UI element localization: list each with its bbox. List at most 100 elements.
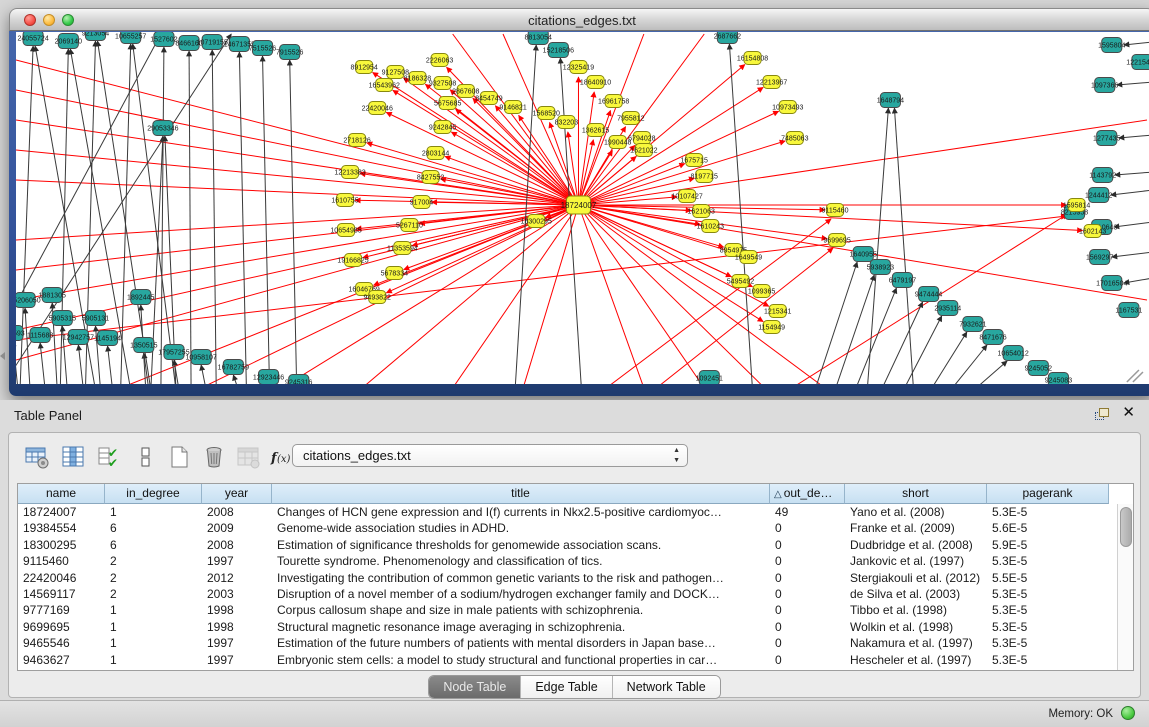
network-edge[interactable] xyxy=(212,50,216,384)
network-edge[interactable] xyxy=(951,345,987,384)
network-edge[interactable] xyxy=(263,56,270,384)
table-row[interactable]: 969969511998Structural magnetic resonanc… xyxy=(18,619,1109,635)
column-header-pagerank[interactable]: pagerank xyxy=(987,484,1109,504)
network-node-label: 22420046 xyxy=(362,106,393,113)
network-edge[interactable] xyxy=(133,44,176,384)
network-edge[interactable] xyxy=(201,365,206,384)
network-edge[interactable] xyxy=(654,248,833,384)
select-rows-icon[interactable]: ✔✔ xyxy=(95,443,123,471)
table-scrollbar[interactable] xyxy=(1117,504,1133,670)
network-edge[interactable] xyxy=(578,205,825,384)
table-cell: 9465546 xyxy=(18,635,105,651)
network-edge[interactable] xyxy=(1119,135,1149,138)
network-edge[interactable] xyxy=(1112,252,1149,257)
table-cell: 2012 xyxy=(202,570,272,586)
table-settings-icon[interactable] xyxy=(23,443,51,471)
svg-text:✔: ✔ xyxy=(108,456,118,470)
column-header-year[interactable]: year xyxy=(202,484,272,504)
table-cell: 5.3E-5 xyxy=(987,553,1109,569)
table-row[interactable]: 946362711997Embryonic stem cells: a mode… xyxy=(18,652,1109,668)
table-row[interactable]: 2242004622012Investigating the contribut… xyxy=(18,570,1109,586)
network-edge[interactable] xyxy=(835,275,874,384)
network-edge[interactable] xyxy=(578,205,643,384)
close-panel-icon[interactable]: ✕ xyxy=(1122,405,1135,421)
network-node-label: 9242845 xyxy=(429,125,456,132)
network-node-label: 16961758 xyxy=(598,99,629,106)
table-row[interactable]: 911546021997Tourette syndrome. Phenomeno… xyxy=(18,553,1109,569)
column-header-short[interactable]: short xyxy=(845,484,987,504)
network-edge[interactable] xyxy=(1124,42,1149,45)
network-edge[interactable] xyxy=(40,343,45,384)
tab-edge-table[interactable]: Edge Table xyxy=(521,676,612,698)
table-cell: 5.3E-5 xyxy=(987,635,1109,651)
rows-icon[interactable] xyxy=(131,443,159,471)
import-table-icon[interactable] xyxy=(234,443,262,471)
table-cell: 9777169 xyxy=(18,602,105,618)
network-edge[interactable] xyxy=(367,143,579,205)
table-row[interactable]: 1456911722003Disruption of a novel membe… xyxy=(18,586,1109,602)
network-edge[interactable] xyxy=(855,288,896,384)
network-edge[interactable] xyxy=(233,375,238,384)
table-row[interactable]: 977716911998Corpus callosum shape and si… xyxy=(18,602,1109,618)
network-edge[interactable] xyxy=(108,346,113,384)
window-titlebar[interactable]: citations_edges.txt xyxy=(9,8,1149,31)
tab-network-table[interactable]: Network Table xyxy=(613,676,720,698)
network-edge[interactable] xyxy=(1111,190,1149,195)
column-header-name[interactable]: name xyxy=(18,484,105,504)
network-edge[interactable] xyxy=(815,262,857,384)
network-edge[interactable] xyxy=(282,205,579,384)
delete-table-icon[interactable] xyxy=(200,443,228,471)
column-header-title[interactable]: title xyxy=(272,484,770,504)
network-edge[interactable] xyxy=(1115,172,1149,175)
network-node-label: 5938923 xyxy=(867,265,894,272)
table-row[interactable]: 1830029562008Estimation of significance … xyxy=(18,537,1109,553)
function-builder-icon[interactable]: f(x) xyxy=(267,443,295,471)
network-node-label: 10973493 xyxy=(772,105,803,112)
network-edge[interactable] xyxy=(578,205,704,384)
column-header-out-de-[interactable]: △out_de… xyxy=(770,484,845,504)
collapse-west-panel-icon[interactable] xyxy=(0,352,5,360)
network-edge[interactable] xyxy=(189,51,191,384)
new-table-icon[interactable] xyxy=(165,443,193,471)
table-cell: Estimation of the future numbers of pati… xyxy=(272,635,770,651)
network-node-label: 391593 xyxy=(16,331,25,338)
table-row[interactable]: 1938455462009Genome-wide association stu… xyxy=(18,520,1109,536)
table-cell: Embryonic stem cells: a model to study s… xyxy=(272,652,770,668)
network-edge[interactable] xyxy=(974,361,1007,384)
network-node-label: 1167531 xyxy=(1115,308,1142,315)
table-row[interactable]: 1872400712008Changes of HCN gene express… xyxy=(18,504,1109,520)
network-canvas[interactable]: 2405572420691409213054106552571527602846… xyxy=(16,32,1149,384)
network-node-label: 16154808 xyxy=(737,56,768,63)
column-header-in-degree[interactable]: in_degree xyxy=(105,484,202,504)
network-node-label: 12923446 xyxy=(253,375,284,382)
network-edge[interactable] xyxy=(78,345,83,384)
network-edge[interactable] xyxy=(453,205,579,384)
network-node-label: 12325419 xyxy=(563,65,594,72)
network-edge[interactable] xyxy=(121,44,131,384)
table-row[interactable]: 946554611997Estimation of the future num… xyxy=(18,635,1109,651)
table-scrollbar-thumb[interactable] xyxy=(1120,507,1132,547)
network-edge[interactable] xyxy=(523,205,578,384)
network-edge[interactable] xyxy=(290,60,297,384)
network-edge[interactable] xyxy=(1124,278,1149,283)
network-edge[interactable] xyxy=(578,205,763,322)
network-edge[interactable] xyxy=(1114,222,1149,227)
network-node-label: 5905315 xyxy=(49,316,76,323)
network-edge[interactable] xyxy=(16,150,578,205)
network-node-label: 16782759 xyxy=(218,365,249,372)
network-edge[interactable] xyxy=(25,308,30,384)
network-node-label: 12213383 xyxy=(334,170,365,177)
network-edge[interactable] xyxy=(239,52,246,384)
network-edge[interactable] xyxy=(867,108,888,384)
table-cell: 6 xyxy=(105,520,202,536)
column-edit-icon[interactable] xyxy=(59,443,87,471)
network-edge[interactable] xyxy=(881,302,922,384)
network-edge[interactable] xyxy=(604,219,831,384)
memory-status-icon[interactable] xyxy=(1121,706,1135,720)
float-panel-icon[interactable] xyxy=(1095,408,1109,421)
table-source-dropdown[interactable]: citations_edges.txt ▲▼ xyxy=(292,444,688,467)
network-edge[interactable] xyxy=(1117,82,1149,85)
network-node-label: 5905131 xyxy=(82,316,109,323)
tab-node-table[interactable]: Node Table xyxy=(429,676,521,698)
resize-grip[interactable] xyxy=(1127,370,1143,382)
